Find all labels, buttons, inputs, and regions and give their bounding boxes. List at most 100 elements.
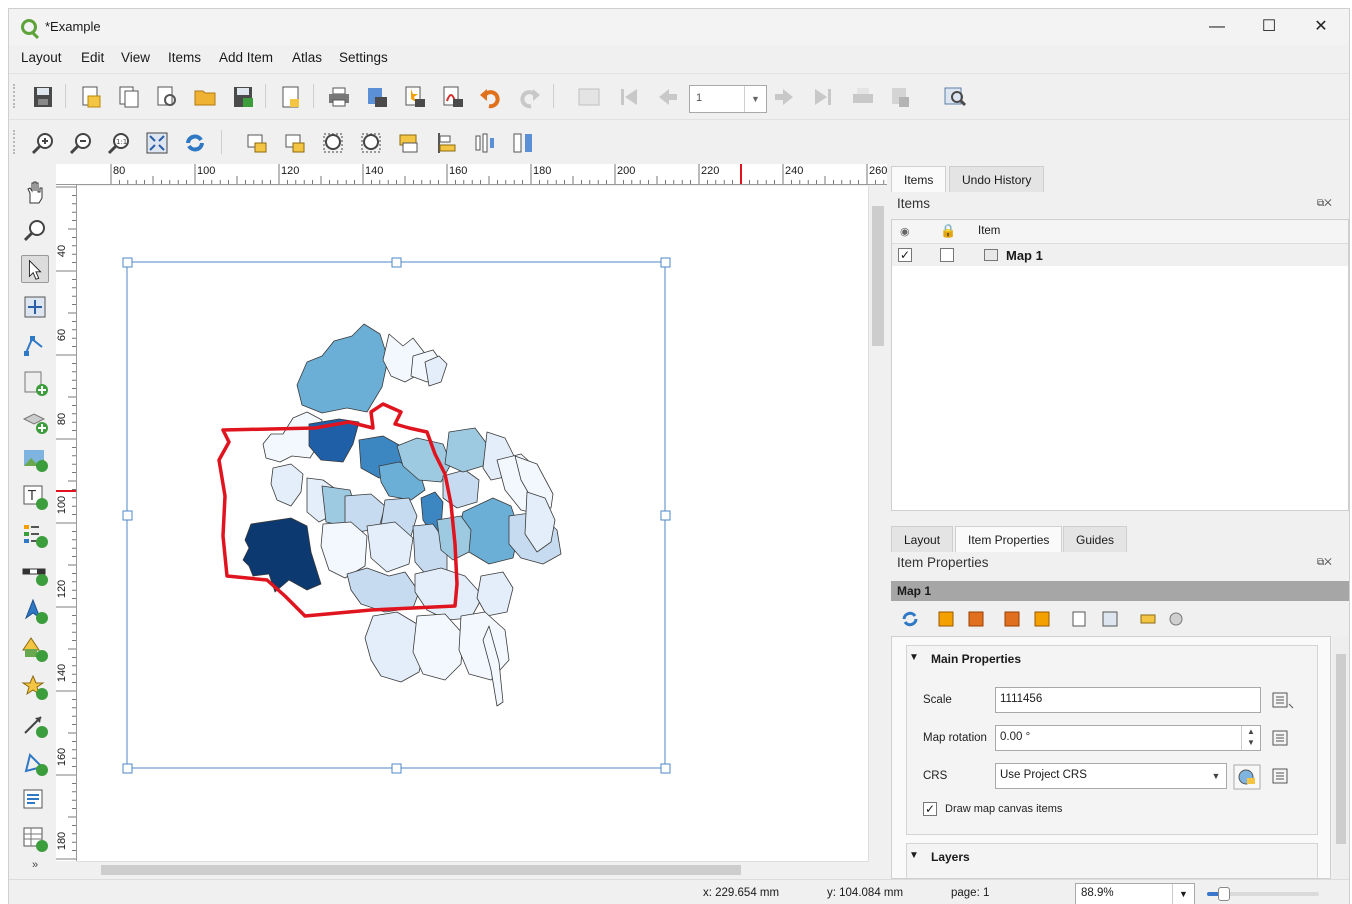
edit-nodes-icon[interactable] xyxy=(21,331,49,359)
export-image-icon[interactable] xyxy=(365,85,389,109)
maximize-button[interactable]: ☐ xyxy=(1243,9,1295,45)
items-table[interactable]: ◉ 🔒 Item ✓ Map 1 xyxy=(891,219,1349,511)
lock-items-icon[interactable] xyxy=(245,131,269,155)
zoom-combobox[interactable]: 88.9% ▼ xyxy=(1075,883,1195,904)
canvas-horizontal-scrollbar[interactable] xyxy=(77,861,868,877)
tab-layout[interactable]: Layout xyxy=(891,526,954,552)
tab-guides[interactable]: Guides xyxy=(1063,526,1128,552)
menu-edit[interactable]: Edit xyxy=(81,50,104,65)
export-atlas-icon[interactable] xyxy=(889,85,913,109)
menu-add-item[interactable]: Add Item xyxy=(219,50,273,65)
add-node-item-icon[interactable] xyxy=(21,749,49,777)
canvas-vertical-scrollbar[interactable] xyxy=(868,186,886,862)
minimize-button[interactable]: — xyxy=(1191,9,1243,45)
more-tools-icon[interactable]: » xyxy=(21,859,49,875)
add-map-icon[interactable] xyxy=(21,369,49,397)
scrollbar-thumb[interactable] xyxy=(872,206,884,346)
resize-handle-top-left[interactable] xyxy=(122,257,133,268)
zoom-actual-icon[interactable]: 1:1 xyxy=(107,131,131,155)
add-scalebar-icon[interactable] xyxy=(21,559,49,587)
layout-canvas[interactable] xyxy=(77,186,868,862)
align-left-icon[interactable] xyxy=(435,131,459,155)
duplicate-layout-icon[interactable] xyxy=(117,85,141,109)
pan-icon[interactable] xyxy=(21,179,49,207)
select-move-icon[interactable] xyxy=(21,255,49,283)
zoom-full-icon[interactable] xyxy=(145,131,169,155)
scrollbar-thumb[interactable] xyxy=(101,865,741,875)
scrollbar-thumb[interactable] xyxy=(1336,654,1346,844)
panel-float-close-icon[interactable]: ⧉✕ xyxy=(1317,557,1345,571)
raise-items-icon[interactable] xyxy=(397,131,421,155)
add-label-icon[interactable]: T xyxy=(21,483,49,511)
zoom-tool-icon[interactable] xyxy=(21,217,49,245)
data-defined-override-icon[interactable] xyxy=(1271,727,1297,749)
deselect-icon[interactable] xyxy=(359,131,383,155)
first-feature-icon[interactable] xyxy=(617,85,641,109)
open-template-icon[interactable] xyxy=(193,85,217,109)
atlas-settings-icon[interactable] xyxy=(943,85,967,109)
add-arrow-icon[interactable] xyxy=(21,711,49,739)
add-legend-icon[interactable] xyxy=(21,521,49,549)
lock-checkbox[interactable] xyxy=(940,248,954,262)
toolbar-grip[interactable] xyxy=(13,84,17,108)
menu-view[interactable]: View xyxy=(121,50,150,65)
page-setup-icon[interactable] xyxy=(279,85,303,109)
move-map-content-icon[interactable] xyxy=(1101,610,1119,628)
table-row[interactable]: ✓ Map 1 xyxy=(892,244,1348,266)
zoom-slider[interactable] xyxy=(1207,887,1319,901)
visibility-checkbox[interactable]: ✓ xyxy=(898,248,912,262)
resize-handle-left[interactable] xyxy=(122,510,133,521)
spin-arrows-icon[interactable]: ▲ ▼ xyxy=(1241,726,1260,750)
collapse-triangle-icon[interactable]: ▼ xyxy=(909,850,919,861)
chevron-down-icon[interactable]: ▼ xyxy=(1172,884,1194,904)
add-picture-icon[interactable] xyxy=(21,445,49,473)
layout-page[interactable] xyxy=(77,186,868,862)
lock-icon[interactable]: 🔒 xyxy=(940,223,956,239)
add-3d-map-icon[interactable] xyxy=(21,407,49,435)
chevron-down-icon[interactable]: ▼ xyxy=(1206,764,1226,788)
add-html-icon[interactable] xyxy=(21,787,49,815)
chevron-down-icon[interactable]: ▼ xyxy=(744,86,766,112)
refresh-icon[interactable] xyxy=(183,131,207,155)
zoom-in-icon[interactable] xyxy=(31,131,55,155)
map-rotation-input[interactable]: 0.00 ° xyxy=(995,725,1261,751)
unlock-items-icon[interactable] xyxy=(283,131,307,155)
add-attribute-table-icon[interactable] xyxy=(21,825,49,853)
toolbar-grip[interactable] xyxy=(13,130,17,154)
zoom-out-icon[interactable] xyxy=(69,131,93,155)
item-properties-scroll-area[interactable]: ▼ Main Properties Scale 1111456 Map rota… xyxy=(891,636,1331,879)
last-feature-icon[interactable] xyxy=(811,85,835,109)
eye-icon[interactable]: ◉ xyxy=(900,225,910,238)
undo-icon[interactable] xyxy=(479,85,503,109)
distribute-icon[interactable] xyxy=(473,131,497,155)
draw-map-canvas-items-checkbox[interactable]: ✓ xyxy=(923,802,937,816)
panel-float-close-icon[interactable]: ⧉✕ xyxy=(1317,198,1345,212)
bookmarks-icon[interactable] xyxy=(1071,610,1089,628)
tab-item-properties[interactable]: Item Properties xyxy=(955,526,1063,552)
labeling-settings-icon[interactable] xyxy=(1139,610,1157,628)
next-feature-icon[interactable] xyxy=(773,85,797,109)
collapse-triangle-icon[interactable]: ▼ xyxy=(909,652,919,663)
atlas-page-field[interactable]: 1 ▼ xyxy=(689,85,767,113)
add-marker-icon[interactable] xyxy=(21,673,49,701)
menu-atlas[interactable]: Atlas xyxy=(292,50,322,65)
save-layout-icon[interactable] xyxy=(31,85,55,109)
save-template-icon[interactable] xyxy=(231,85,255,109)
add-shape-icon[interactable] xyxy=(21,635,49,663)
crs-selector-globe-icon[interactable] xyxy=(1233,764,1261,790)
resize-handle-top[interactable] xyxy=(391,257,402,268)
resize-handle-bottom[interactable] xyxy=(391,763,402,774)
data-defined-override-icon[interactable] xyxy=(1271,765,1297,787)
properties-scrollbar[interactable] xyxy=(1333,636,1349,879)
crs-select[interactable]: Use Project CRS ▼ xyxy=(995,763,1227,789)
scale-input[interactable]: 1111456 xyxy=(995,687,1261,713)
resize-handle-bottom-right[interactable] xyxy=(660,763,671,774)
tab-items[interactable]: Items xyxy=(891,166,947,192)
data-defined-override-icon[interactable] xyxy=(1271,689,1297,711)
view-extent-icon[interactable] xyxy=(967,610,985,628)
menu-settings[interactable]: Settings xyxy=(339,50,388,65)
resize-handle-right[interactable] xyxy=(660,510,671,521)
resize-handle-top-right[interactable] xyxy=(660,257,671,268)
menu-items[interactable]: Items xyxy=(168,50,201,65)
new-layout-icon[interactable] xyxy=(79,85,103,109)
